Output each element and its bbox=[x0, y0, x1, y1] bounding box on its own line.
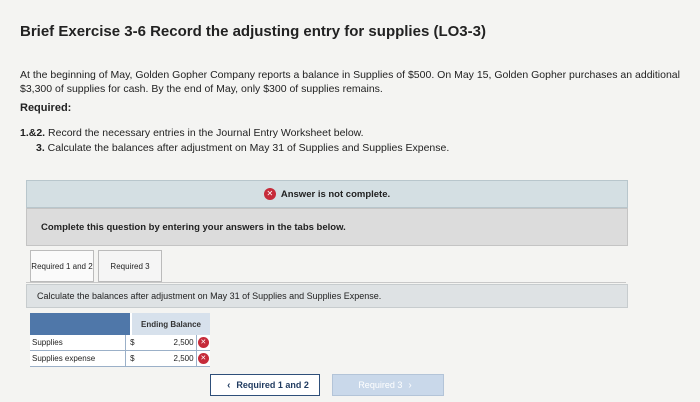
page: Brief Exercise 3-6 Record the adjusting … bbox=[0, 0, 700, 402]
panel-instruction-text: Calculate the balances after adjustment … bbox=[37, 291, 382, 301]
instruction-2-number: 3. bbox=[36, 142, 45, 154]
prev-button-label: Required 1 and 2 bbox=[236, 380, 309, 390]
complete-instruction-box: Complete this question by entering your … bbox=[26, 208, 628, 246]
table-row: Supplies $ 2,500 ✕ bbox=[30, 335, 210, 351]
tab-bar: Required 1 and 2 Required 3 bbox=[30, 250, 162, 282]
row-label: Supplies bbox=[30, 335, 127, 350]
prev-button[interactable]: ‹ Required 1 and 2 bbox=[210, 374, 320, 396]
instruction-2: 3. Calculate the balances after adjustme… bbox=[36, 142, 449, 154]
row-label: Supplies expense bbox=[30, 351, 127, 366]
problem-text: At the beginning of May, Golden Gopher C… bbox=[20, 69, 680, 95]
currency-symbol: $ bbox=[130, 338, 135, 347]
page-title: Brief Exercise 3-6 Record the adjusting … bbox=[20, 23, 486, 40]
next-button[interactable]: Required 3 › bbox=[332, 374, 444, 396]
instruction-1: 1.&2. Record the necessary entries in th… bbox=[20, 127, 364, 139]
instruction-1-number: 1.&2. bbox=[20, 127, 46, 139]
chevron-left-icon: ‹ bbox=[227, 379, 231, 391]
tab-divider bbox=[26, 282, 626, 283]
ending-balance-header: Ending Balance bbox=[132, 313, 210, 335]
table-header: Ending Balance bbox=[30, 313, 210, 335]
chevron-right-icon: › bbox=[408, 379, 412, 391]
answer-status-banner: ✕ Answer is not complete. bbox=[26, 180, 628, 208]
panel-instruction-box: Calculate the balances after adjustment … bbox=[26, 284, 628, 308]
x-circle-icon: ✕ bbox=[197, 337, 209, 348]
balances-table: Ending Balance Supplies $ 2,500 ✕ Suppli… bbox=[30, 313, 210, 367]
supplies-balance-input[interactable]: 2,500 bbox=[144, 335, 197, 350]
complete-instruction-text: Complete this question by entering your … bbox=[41, 221, 346, 233]
answer-status-text: Answer is not complete. bbox=[280, 188, 391, 200]
supplies-expense-balance-input[interactable]: 2,500 bbox=[144, 351, 197, 366]
table-header-label-cell bbox=[30, 313, 130, 335]
currency-symbol: $ bbox=[130, 354, 135, 363]
tab-required-1-and-2[interactable]: Required 1 and 2 bbox=[30, 250, 94, 282]
x-circle-icon: ✕ bbox=[263, 188, 276, 200]
instruction-2-text: Calculate the balances after adjustment … bbox=[44, 142, 450, 154]
table-row: Supplies expense $ 2,500 ✕ bbox=[30, 351, 210, 367]
instruction-1-text: Record the necessary entries in the Jour… bbox=[45, 127, 364, 139]
x-circle-icon: ✕ bbox=[197, 353, 209, 364]
next-button-label: Required 3 bbox=[358, 380, 403, 390]
required-label: Required: bbox=[20, 102, 72, 114]
tab-required-3[interactable]: Required 3 bbox=[98, 250, 162, 282]
